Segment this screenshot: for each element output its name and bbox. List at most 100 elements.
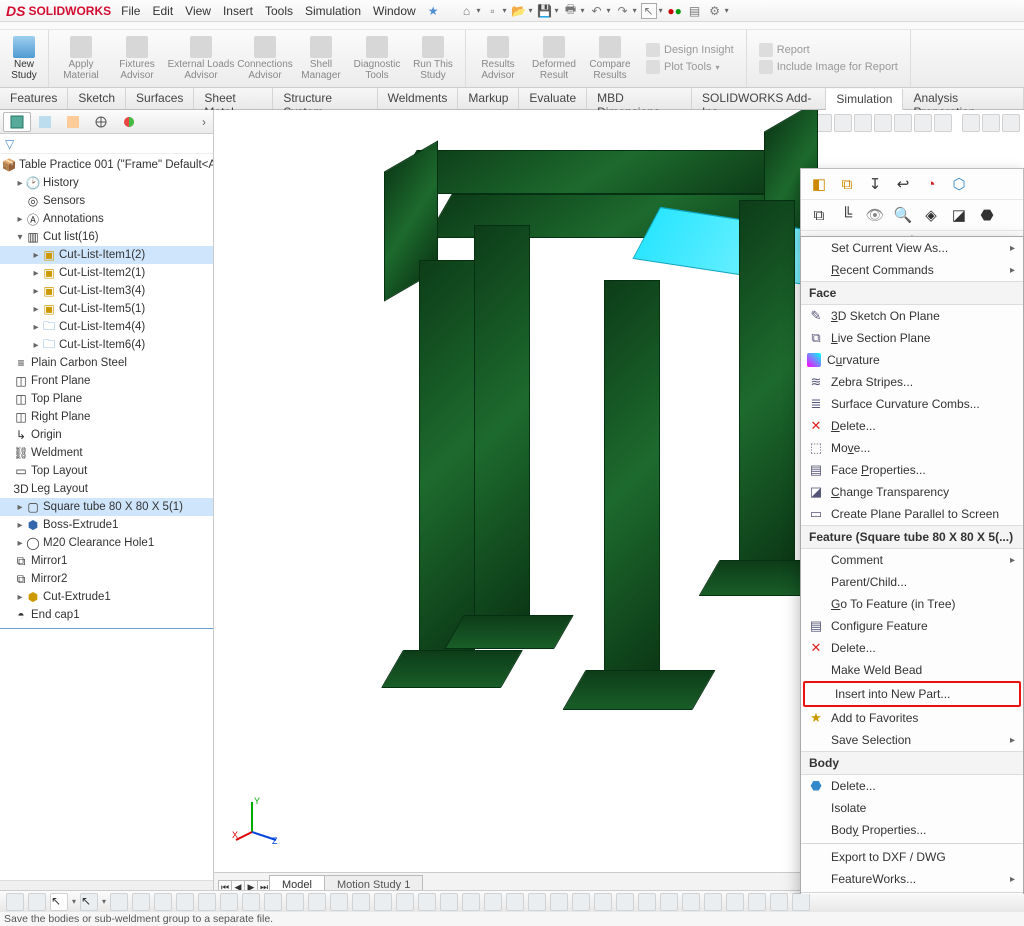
cm-delete-face[interactable]: ✕Delete... — [801, 415, 1023, 437]
print-icon[interactable]: 🖶 — [563, 3, 579, 19]
cm-comment[interactable]: Comment▸ — [801, 549, 1023, 571]
tree-root[interactable]: Table Practice 001 ("Frame" Default<As M — [19, 159, 213, 171]
node-cut6[interactable]: Cut-List-Item6(4) — [59, 339, 145, 351]
feature-tree[interactable]: 📦Table Practice 001 ("Frame" Default<As … — [0, 154, 213, 880]
node-cut1[interactable]: Cut-List-Item1(2) — [59, 249, 145, 261]
dimxpert-manager-tab[interactable] — [87, 112, 115, 132]
tab-features[interactable]: Features — [0, 88, 68, 109]
ctx-zoom-icon[interactable]: 🔍 — [893, 205, 913, 225]
feature-manager-tab[interactable] — [3, 112, 31, 132]
ctx-sketch-style-icon[interactable]: ⧉ — [837, 174, 857, 194]
node-cut5[interactable]: Cut-List-Item5(1) — [59, 303, 145, 315]
node-cut3[interactable]: Cut-List-Item3(4) — [59, 285, 145, 297]
display-manager-tab[interactable] — [115, 112, 143, 132]
node-m20[interactable]: M20 Clearance Hole1 — [43, 537, 154, 549]
cm-move[interactable]: ⬚Move... — [801, 437, 1023, 459]
configuration-manager-tab[interactable] — [59, 112, 87, 132]
node-leg-layout[interactable]: Leg Layout — [31, 483, 88, 495]
ctx-appearance-icon[interactable]: ◔ — [921, 174, 941, 194]
ctx-mate-icon[interactable]: ⬡ — [949, 174, 969, 194]
cm-live-section[interactable]: ⧉Live Section Plane — [801, 327, 1023, 349]
node-boss-extrude[interactable]: Boss-Extrude1 — [43, 519, 118, 531]
node-square-tube[interactable]: Square tube 80 X 80 X 5(1) — [43, 501, 183, 513]
node-endcap[interactable]: End cap1 — [31, 609, 80, 621]
open-icon[interactable]: 📂 — [511, 3, 527, 19]
cm-3d-sketch[interactable]: ✎3D Sketch On Plane — [801, 305, 1023, 327]
ctx-edit-feature-icon[interactable]: ◧ — [809, 174, 829, 194]
ctx-normal-to-icon[interactable]: ↧ — [865, 174, 885, 194]
node-cut-extrude[interactable]: Cut-Extrude1 — [43, 591, 111, 603]
cm-featureworks[interactable]: FeatureWorks...▸ — [801, 868, 1023, 890]
cm-body-delete[interactable]: ⬣Delete... — [801, 775, 1023, 797]
cm-curvature[interactable]: Curvature — [801, 349, 1023, 371]
node-weldment[interactable]: Weldment — [31, 447, 83, 459]
menu-view[interactable]: View — [185, 4, 211, 18]
node-top-layout[interactable]: Top Layout — [31, 465, 87, 477]
tab-sketch[interactable]: Sketch — [68, 88, 126, 109]
view-settings-icon[interactable] — [982, 114, 1000, 132]
tab-addins[interactable]: SOLIDWORKS Add-Ins — [692, 88, 826, 109]
cm-plane-parallel[interactable]: ▭Create Plane Parallel to Screen — [801, 503, 1023, 525]
tab-analysis-prep[interactable]: Analysis Preparation — [903, 88, 1024, 109]
traffic-light-icon[interactable]: ●● — [667, 3, 683, 19]
save-icon[interactable]: 💾 — [537, 3, 553, 19]
ctx-body-icon[interactable]: ⬣ — [977, 205, 997, 225]
node-material[interactable]: Plain Carbon Steel — [31, 357, 127, 369]
cm-face-properties[interactable]: ▤Face Properties... — [801, 459, 1023, 481]
cm-isolate[interactable]: Isolate — [801, 797, 1023, 819]
menu-help-icon[interactable]: ★ — [428, 4, 439, 18]
tab-sheet-metal[interactable]: Sheet Metal — [194, 88, 273, 109]
node-mirror1[interactable]: Mirror1 — [31, 555, 67, 567]
ctx-feature-icon[interactable]: ◈ — [921, 205, 941, 225]
graphics-viewport[interactable]: Y X Z ⏮ ◀ ▶ ⏭ Model Motion Study 1 ◧ ⧉ ↧… — [214, 110, 1024, 894]
tab-markup[interactable]: Markup — [458, 88, 519, 109]
tab-evaluate[interactable]: Evaluate — [519, 88, 587, 109]
select-icon[interactable]: ↖ — [641, 3, 657, 19]
node-annotations[interactable]: Annotations — [43, 213, 104, 225]
tab-structure-system[interactable]: Structure System — [273, 88, 377, 109]
ctx-back-icon[interactable]: ↩ — [893, 174, 913, 194]
options-list-icon[interactable]: ▤ — [687, 3, 703, 19]
cm-configure-feature[interactable]: ▤Configure Feature — [801, 615, 1023, 637]
tab-weldments[interactable]: Weldments — [378, 88, 459, 109]
cm-goto-feature[interactable]: Go To Feature (in Tree) — [801, 593, 1023, 615]
cm-insert-into-new-part[interactable]: Insert into New Part... — [805, 683, 1019, 705]
gear-icon[interactable]: ⚙ — [707, 3, 723, 19]
node-cut4[interactable]: Cut-List-Item4(4) — [59, 321, 145, 333]
menu-file[interactable]: File — [121, 4, 140, 18]
scene-icon[interactable] — [962, 114, 980, 132]
menu-insert[interactable]: Insert — [223, 4, 253, 18]
bb-select2-icon[interactable]: ↖ — [80, 893, 98, 911]
node-mirror2[interactable]: Mirror2 — [31, 573, 67, 585]
property-manager-tab[interactable] — [31, 112, 59, 132]
home-icon[interactable]: ⌂ — [458, 3, 474, 19]
filter-icon[interactable]: ▽ — [5, 137, 14, 151]
cm-zebra[interactable]: ≋Zebra Stripes... — [801, 371, 1023, 393]
cm-set-current-view[interactable]: Set Current View As...▸ — [801, 237, 1023, 259]
tab-simulation[interactable]: Simulation — [826, 89, 903, 110]
cm-export-dxf[interactable]: Export to DXF / DWG — [801, 846, 1023, 868]
menu-window[interactable]: Window — [373, 4, 416, 18]
undo-icon[interactable]: ↶ — [589, 3, 605, 19]
node-history[interactable]: History — [43, 177, 79, 189]
node-cutlist[interactable]: Cut list(16) — [43, 231, 99, 243]
ctx-transparency-icon[interactable]: ◪ — [949, 205, 969, 225]
new-doc-icon[interactable]: ▫ — [484, 3, 500, 19]
cm-add-favorites[interactable]: ★Add to Favorites — [801, 707, 1023, 729]
ctx-select-other-icon[interactable]: ⧉ — [809, 205, 829, 225]
menu-edit[interactable]: Edit — [152, 4, 173, 18]
menu-simulation[interactable]: Simulation — [305, 4, 361, 18]
cm-recent-commands[interactable]: Recent Commands▸ — [801, 259, 1023, 281]
node-origin[interactable]: Origin — [31, 429, 62, 441]
menu-tools[interactable]: Tools — [265, 4, 293, 18]
cm-parent-child[interactable]: Parent/Child... — [801, 571, 1023, 593]
cm-change-transparency[interactable]: ◪Change Transparency — [801, 481, 1023, 503]
bb-icon[interactable] — [6, 893, 24, 911]
tab-surfaces[interactable]: Surfaces — [126, 88, 194, 109]
redo-icon[interactable]: ↷ — [615, 3, 631, 19]
panel-overflow-icon[interactable]: › — [202, 115, 210, 129]
cm-surface-combs[interactable]: ≣Surface Curvature Combs... — [801, 393, 1023, 415]
node-right-plane[interactable]: Right Plane — [31, 411, 90, 423]
node-sensors[interactable]: Sensors — [43, 195, 85, 207]
cm-make-weld-bead[interactable]: Make Weld Bead — [801, 659, 1023, 681]
